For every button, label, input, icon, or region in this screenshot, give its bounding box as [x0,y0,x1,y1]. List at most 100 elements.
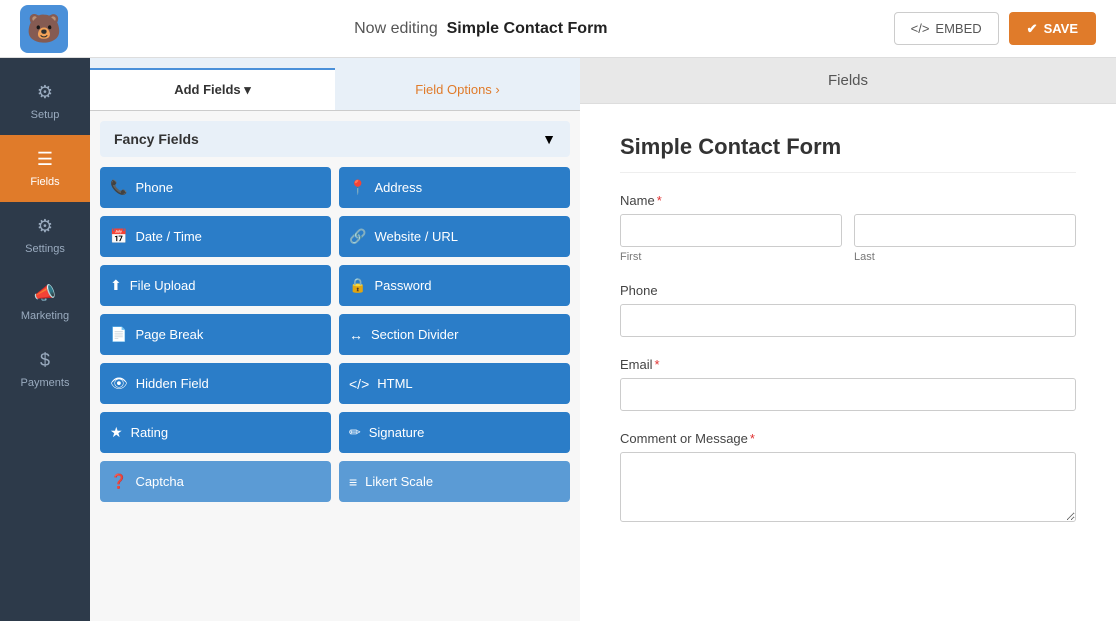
field-btn-page-break[interactable]: 📄 Page Break [100,314,331,355]
field-btn-html[interactable]: </> HTML [339,363,570,404]
tab-add-fields[interactable]: Add Fields ▾ [90,68,335,110]
form-field-email: Email* [620,357,1076,411]
field-btn-label: Likert Scale [365,474,433,489]
sidebar-item-label: Setup [31,109,60,121]
phone-input[interactable] [620,304,1076,337]
field-btn-password[interactable]: 🔒 Password [339,265,570,306]
link-icon: 🔗 [349,228,366,245]
field-btn-label: Signature [369,425,425,440]
likert-icon: ≡ [349,474,357,490]
signature-icon: ✏ [349,424,361,441]
upload-icon: ⬆ [110,277,122,294]
panel-label: Fields [828,72,868,89]
sidebar-nav: ⚙ Setup ☰ Fields ⚙ Settings 📣 Marketing … [0,58,90,621]
form-title: Simple Contact Form [620,134,1076,173]
form-preview-header: Fields [580,58,1116,104]
save-button[interactable]: ✔ SAVE [1009,12,1096,45]
field-btn-phone[interactable]: 📞 Phone [100,167,331,208]
top-header: 🐻 Now editing Simple Contact Form </> EM… [0,0,1116,58]
field-btn-signature[interactable]: ✏ Signature [339,412,570,453]
address-icon: 📍 [349,179,366,196]
header-title: Now editing Simple Contact Form [354,20,607,38]
email-label: Email* [620,357,1076,372]
field-btn-hidden-field[interactable]: 👁 Hidden Field [100,363,331,404]
comment-label: Comment or Message* [620,431,1076,446]
field-btn-website-url[interactable]: 🔗 Website / URL [339,216,570,257]
tab-field-options-label: Field Options › [415,82,500,97]
sidebar-item-settings[interactable]: ⚙ Settings [0,202,90,269]
name-row: First Last [620,214,1076,263]
field-btn-label: Date / Time [135,229,201,244]
comment-textarea[interactable] [620,452,1076,522]
tab-add-fields-label: Add Fields ▾ [174,82,251,97]
sidebar-item-label: Marketing [21,310,69,322]
field-btn-label: Page Break [135,327,203,342]
name-col-last: Last [854,214,1076,263]
save-icon: ✔ [1027,21,1038,37]
first-label: First [620,251,842,263]
field-btn-label: Captcha [135,474,183,489]
form-field-comment: Comment or Message* [620,431,1076,525]
sidebar-item-fields[interactable]: ☰ Fields [0,135,90,202]
sidebar-item-setup[interactable]: ⚙ Setup [0,68,90,135]
page-break-icon: 📄 [110,326,127,343]
required-indicator: * [655,357,660,372]
name-col-first: First [620,214,842,263]
fields-icon: ☰ [37,149,53,170]
phone-label: Phone [620,283,1076,298]
app-logo: 🐻 [20,5,68,53]
required-indicator: * [657,193,662,208]
name-label: Name* [620,193,1076,208]
main-layout: ⚙ Setup ☰ Fields ⚙ Settings 📣 Marketing … [0,58,1116,621]
field-btn-date-time[interactable]: 📅 Date / Time [100,216,331,257]
field-btn-address[interactable]: 📍 Address [339,167,570,208]
phone-icon: 📞 [110,179,127,196]
star-icon: ★ [110,424,123,441]
embed-button[interactable]: </> EMBED [894,12,999,45]
sidebar-item-payments[interactable]: $ Payments [0,336,90,403]
fancy-fields-header[interactable]: Fancy Fields ▼ [100,121,570,157]
payments-icon: $ [40,350,50,371]
fields-panel: Add Fields ▾ Field Options › Fancy Field… [90,58,580,621]
form-preview-content: Simple Contact Form Name* First Last [580,104,1116,621]
field-btn-label: Address [374,180,422,195]
form-field-name: Name* First Last [620,193,1076,263]
field-btn-likert-scale[interactable]: ≡ Likert Scale [339,461,570,502]
field-btn-label: Section Divider [371,327,458,342]
form-name-label: Simple Contact Form [447,20,608,37]
form-preview-panel: Fields Simple Contact Form Name* First L… [580,58,1116,621]
fields-content: Fancy Fields ▼ 📞 Phone 📍 Address 📅 Date … [90,111,580,621]
tab-field-options[interactable]: Field Options › [335,68,580,110]
form-field-phone: Phone [620,283,1076,337]
hidden-field-icon: 👁 [110,375,128,392]
field-buttons-grid: 📞 Phone 📍 Address 📅 Date / Time 🔗 Websit… [100,167,570,502]
email-input[interactable] [620,378,1076,411]
logo-area: 🐻 [20,5,68,53]
field-btn-label: File Upload [130,278,196,293]
field-btn-label: Password [374,278,431,293]
name-first-input[interactable] [620,214,842,247]
section-divider-icon: ↔ [349,327,363,343]
header-actions: </> EMBED ✔ SAVE [894,12,1096,45]
field-btn-label: Rating [131,425,169,440]
required-indicator: * [750,431,755,446]
name-last-input[interactable] [854,214,1076,247]
sidebar-item-marketing[interactable]: 📣 Marketing [0,269,90,336]
captcha-icon: ❓ [110,473,127,490]
save-label: SAVE [1044,21,1078,36]
field-btn-captcha[interactable]: ❓ Captcha [100,461,331,502]
fields-tab-bar: Add Fields ▾ Field Options › [90,68,580,110]
sidebar-item-label: Fields [30,176,59,188]
embed-icon: </> [911,21,930,36]
chevron-down-icon: ▼ [542,131,556,147]
editing-label: Now editing [354,20,438,37]
field-btn-rating[interactable]: ★ Rating [100,412,331,453]
calendar-icon: 📅 [110,228,127,245]
field-btn-file-upload[interactable]: ⬆ File Upload [100,265,331,306]
sidebar-item-label: Payments [21,377,70,389]
field-btn-section-divider[interactable]: ↔ Section Divider [339,314,570,355]
html-icon: </> [349,376,369,392]
setup-icon: ⚙ [37,82,53,103]
fields-panel-header: Add Fields ▾ Field Options › [90,58,580,111]
field-btn-label: Website / URL [374,229,458,244]
